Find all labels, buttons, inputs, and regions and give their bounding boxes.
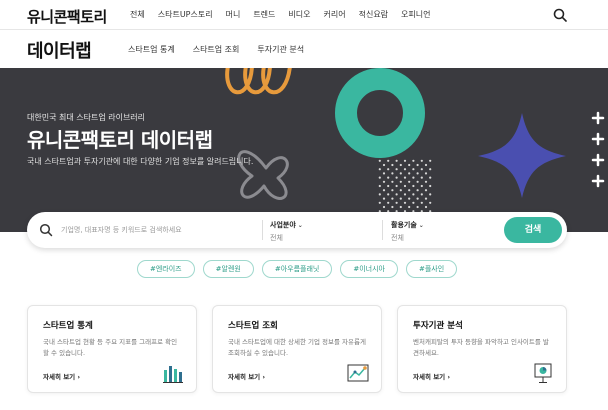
page-title: 데이터랩	[27, 41, 92, 62]
line-chart-icon	[347, 364, 369, 382]
search-input[interactable]: 기업명, 대표자명 등 키워드로 검색하세요	[61, 225, 182, 235]
section-tabs: 스타트업 통계 스타트업 조회 투자기관 분석	[128, 44, 322, 55]
tab-investor-analysis[interactable]: 투자기관 분석	[257, 44, 304, 55]
card-investor-analysis[interactable]: 투자기관 분석 벤처캐피탈의 투자 등향을 파악하고 인사이트를 발견하세요. …	[397, 305, 567, 393]
card-startup-stats[interactable]: 스타트업 통계 국내 스타트업 현황 등 주요 지표를 그래프로 확인 할 수 …	[27, 305, 197, 393]
chevron-down-icon: ⌄	[418, 222, 424, 229]
chevron-down-icon: ⌄	[297, 222, 303, 229]
tab-startup-search[interactable]: 스타트업 조회	[193, 44, 240, 55]
search-icon	[39, 223, 53, 237]
menu-item-trend[interactable]: 트렌드	[253, 9, 275, 20]
tag-chip[interactable]: #플사인	[405, 260, 458, 278]
divider	[262, 220, 263, 240]
menu-item-startup-story[interactable]: 스타트UP스토리	[158, 9, 213, 20]
menu-item-jeoksin[interactable]: 적신요람	[359, 9, 388, 20]
site-logo[interactable]: 유니콘팩토리	[27, 6, 107, 27]
technology-dropdown[interactable]: 활용기술 ⌄ 전체	[391, 220, 424, 243]
top-navigation: 유니콘팩토리 전체 스타트UP스토리 머니 트렌드 비디오 커리어 적신요람 오…	[0, 0, 608, 30]
bar-chart-icon	[163, 366, 183, 383]
menu-item-opinion[interactable]: 오피니언	[401, 9, 430, 20]
business-field-dropdown[interactable]: 사업분야 ⌄ 전체	[270, 220, 303, 243]
card-description: 국내 스타트업에 대한 상세한 기업 정보를 자유롭게 조회하실 수 있습니다.	[228, 338, 366, 357]
tag-chip[interactable]: #엔라이즈	[137, 260, 195, 278]
teal-ring-shape	[335, 68, 425, 158]
search-icon[interactable]	[553, 8, 567, 22]
search-bar: 기업명, 대표자명 등 키워드로 검색하세요 사업분야 ⌄ 전체 활용기술 ⌄ 전체…	[27, 212, 567, 248]
card-title: 투자기관 분석	[413, 321, 463, 331]
hero-banner: 대한민국 최대 스타트업 라이브러리 유니콘팩토리 데이터랩 국내 스타트업과 …	[0, 68, 608, 232]
presentation-board-icon	[534, 363, 552, 383]
card-more-link[interactable]: 자세히 보기 ›	[228, 371, 265, 381]
hero-headline: 유니콘팩토리 데이터랩	[27, 128, 213, 152]
card-more-link[interactable]: 자세히 보기 ›	[413, 371, 450, 381]
card-more-link[interactable]: 자세히 보기 ›	[43, 371, 80, 381]
orange-loops-shape	[225, 68, 292, 95]
technology-value: 전체	[391, 234, 404, 242]
plus-signs-shape	[591, 111, 605, 188]
hero-description: 국내 스타트업과 투자기관에 대한 다양한 기업 정보를 알려드립니다.	[27, 157, 254, 166]
tag-chip[interactable]: #알렌원	[202, 260, 254, 278]
dotted-pattern-shape	[378, 159, 432, 213]
card-description: 벤처캐피탈의 투자 등향을 파악하고 인사이트를 발견하세요.	[413, 338, 549, 357]
card-title: 스타트업 조회	[228, 321, 278, 331]
business-field-value: 전체	[270, 234, 283, 242]
main-menu: 전체 스타트UP스토리 머니 트렌드 비디오 커리어 적신요람 오피니언	[130, 9, 444, 20]
hero-kicker: 대한민국 최대 스타트업 라이브러리	[27, 113, 146, 122]
menu-item-money[interactable]: 머니	[226, 9, 241, 20]
business-field-label: 사업분야	[270, 221, 296, 229]
card-description: 국내 스타트업 현황 등 주요 지표를 그래프로 확인 할 수 있습니다.	[43, 338, 178, 357]
tag-chip[interactable]: #이너시아	[340, 260, 398, 278]
search-button[interactable]: 검색	[504, 217, 562, 243]
tag-chip[interactable]: #아우름플래닛	[261, 260, 333, 278]
keyword-tags: #엔라이즈 #알렌원 #아우름플래닛 #이너시아 #플사인	[137, 260, 465, 278]
menu-item-career[interactable]: 커리어	[324, 9, 346, 20]
section-header: 데이터랩 스타트업 통계 스타트업 조회 투자기관 분석	[0, 30, 608, 68]
technology-label: 활용기술	[391, 221, 417, 229]
divider	[382, 220, 383, 240]
blue-star-shape	[478, 113, 566, 198]
card-title: 스타트업 통계	[43, 321, 93, 331]
menu-item-all[interactable]: 전체	[130, 9, 145, 20]
tab-startup-stats[interactable]: 스타트업 통계	[128, 44, 175, 55]
menu-item-video[interactable]: 비디오	[288, 9, 310, 20]
card-startup-search[interactable]: 스타트업 조회 국내 스타트업에 대한 상세한 기업 정보를 자유롭게 조회하실…	[212, 305, 382, 393]
